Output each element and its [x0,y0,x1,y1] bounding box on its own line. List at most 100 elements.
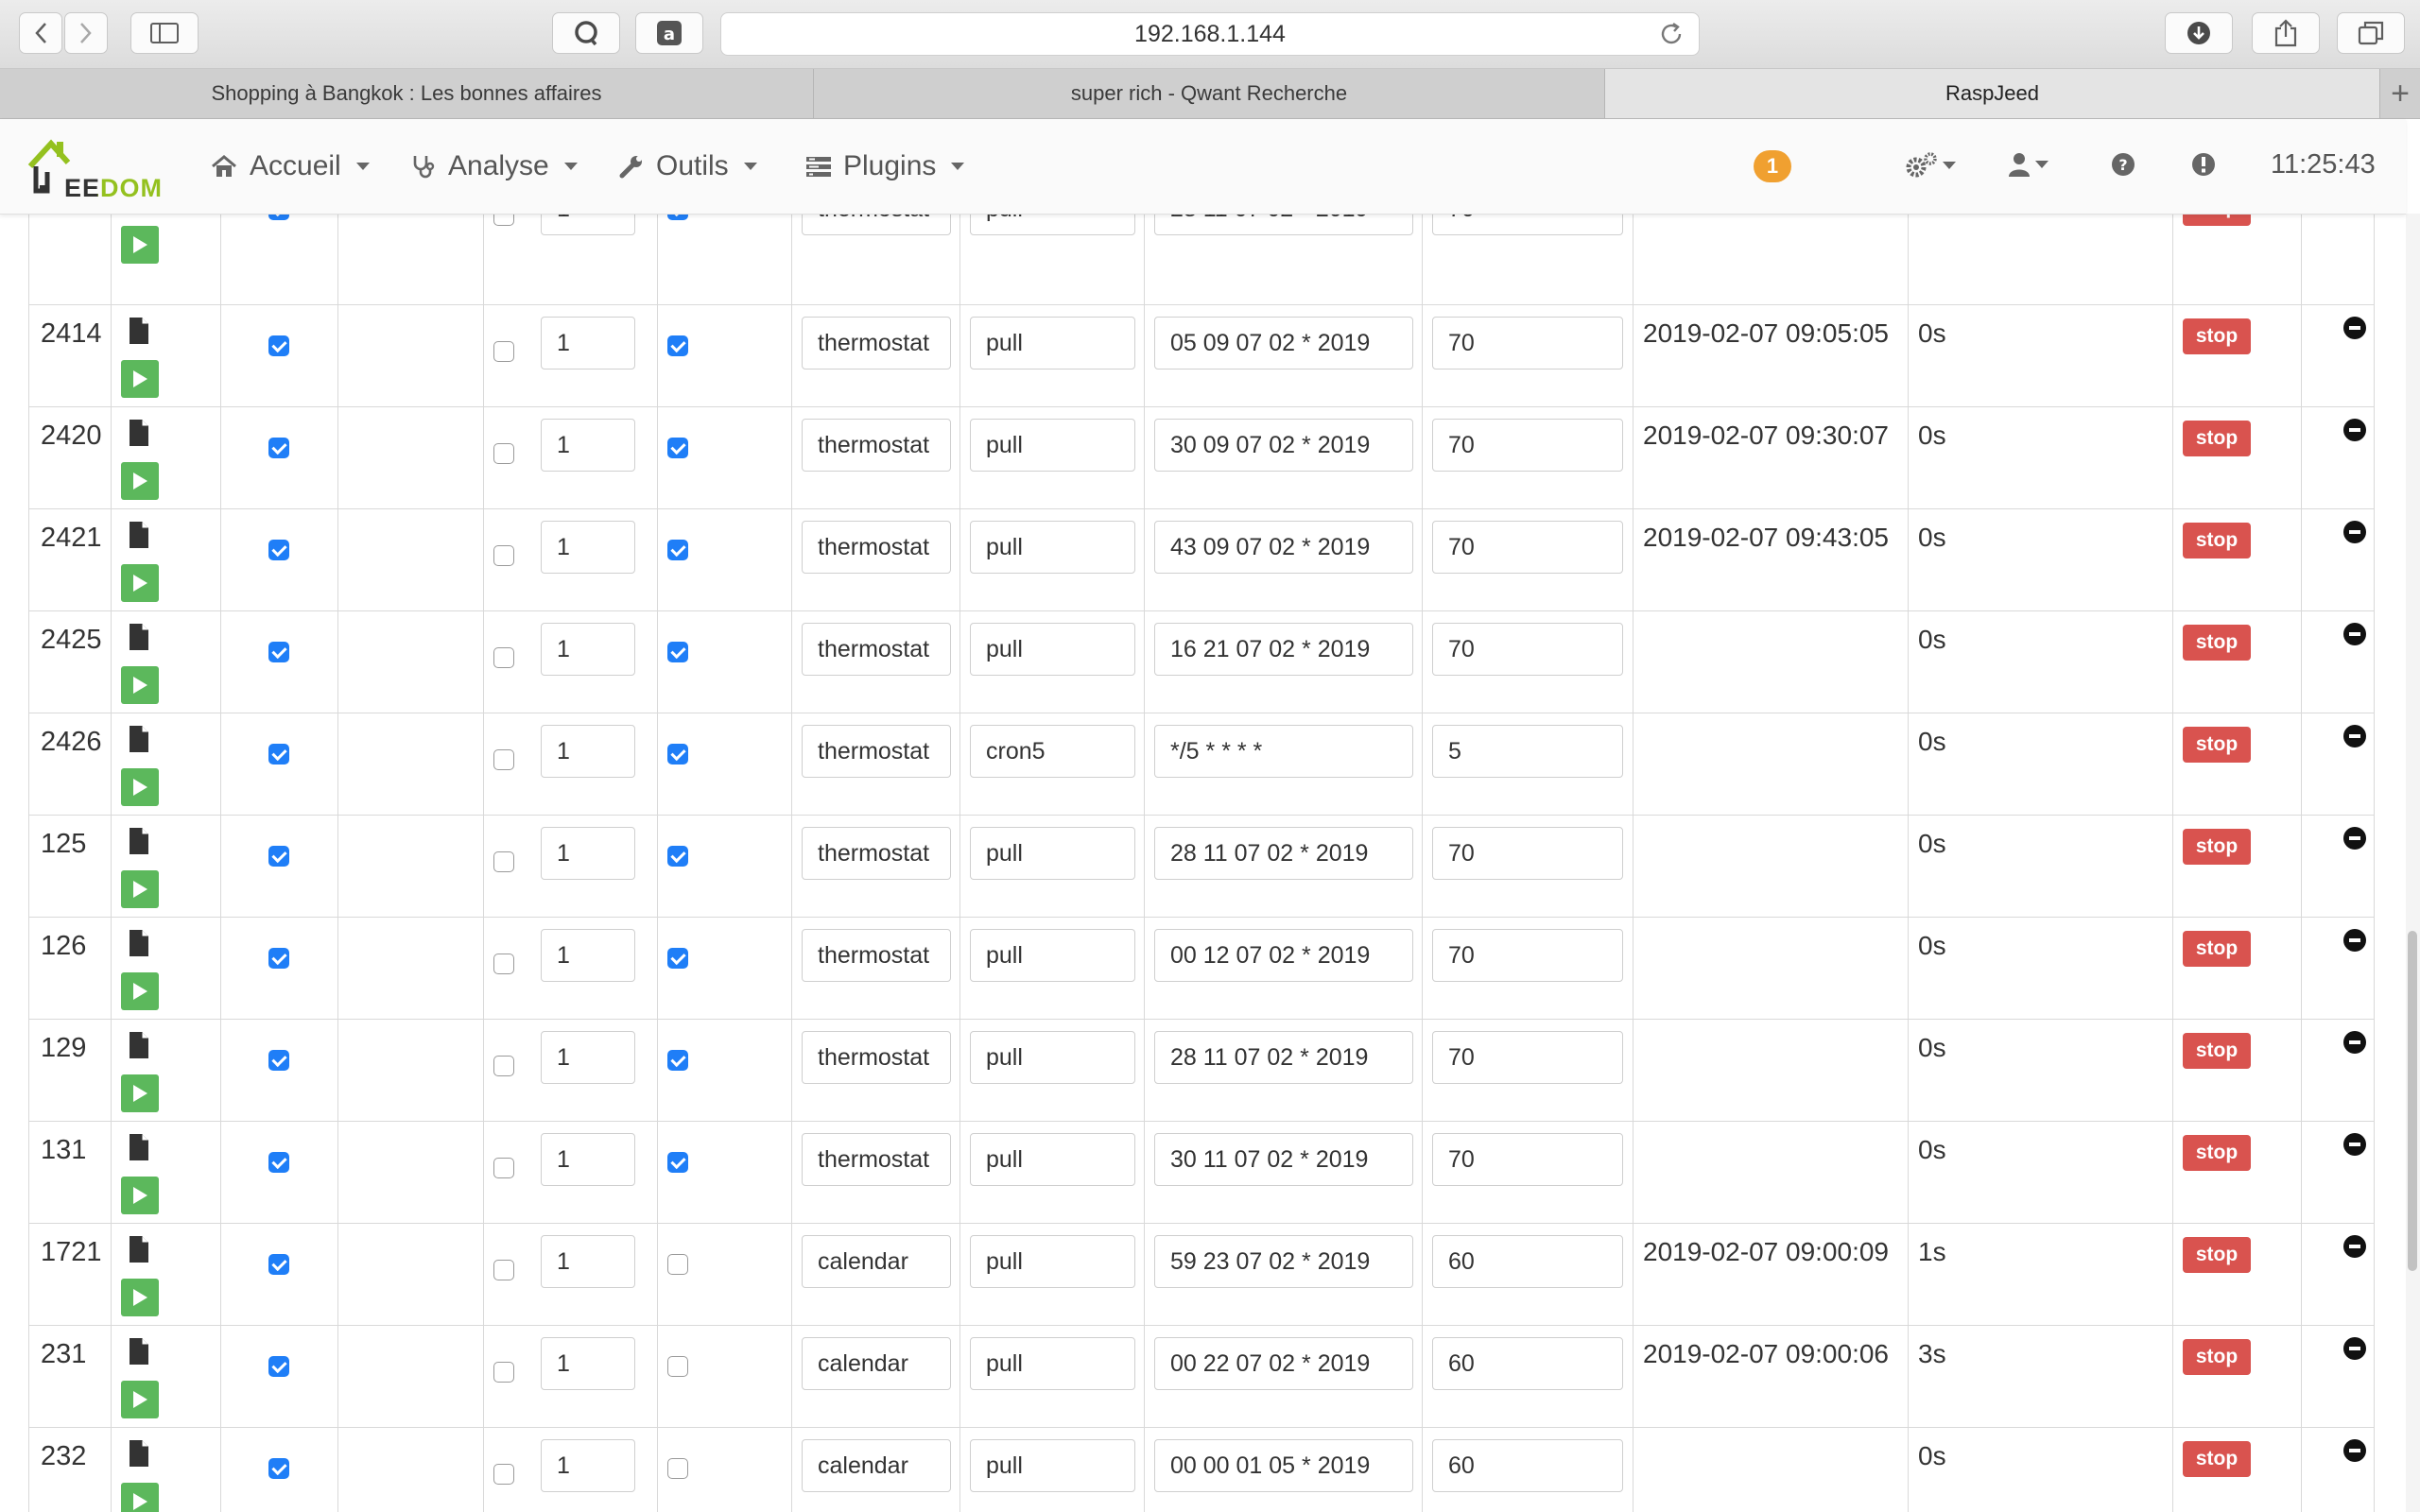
once-checkbox[interactable] [493,443,514,464]
class-input[interactable]: calendar [802,1235,951,1288]
minus-circle-icon[interactable] [2343,1133,2366,1156]
minus-circle-icon[interactable] [2343,1337,2366,1360]
function-input[interactable]: pull [970,827,1135,880]
reload-icon[interactable] [1657,20,1685,55]
schedule-input[interactable]: 30 11 07 02 * 2019 [1154,1133,1413,1186]
timeout-input[interactable]: 70 [1432,521,1623,574]
stop-button[interactable]: stop [2183,1033,2251,1069]
once-checkbox[interactable] [493,1260,514,1280]
timeout-input[interactable]: 70 [1432,419,1623,472]
run-button[interactable] [121,666,159,704]
class-input[interactable]: calendar [802,1439,951,1492]
class-input[interactable]: thermostat [802,725,951,778]
minus-circle-icon[interactable] [2343,317,2366,339]
file-icon[interactable] [127,827,151,860]
file-icon[interactable] [127,1235,151,1268]
once-checkbox[interactable] [493,545,514,566]
function-input[interactable]: pull [970,521,1135,574]
timeout-input[interactable]: 70 [1432,827,1623,880]
daemon-checkbox[interactable] [667,846,688,867]
stop-button[interactable]: stop [2183,625,2251,661]
minus-circle-icon[interactable] [2343,725,2366,747]
function-input[interactable]: pull [970,1133,1135,1186]
enabled-checkbox[interactable] [268,1152,289,1173]
minus-circle-icon[interactable] [2343,1439,2366,1462]
stop-button[interactable]: stop [2183,829,2251,865]
user-menu[interactable] [2007,151,2048,178]
class-input[interactable]: thermostat [802,929,951,982]
jeedom-logo[interactable]: EEDOM [26,138,168,202]
schedule-input[interactable]: 43 09 07 02 * 2019 [1154,521,1413,574]
timeout-input[interactable]: 70 [1432,317,1623,369]
schedule-input[interactable]: 00 12 07 02 * 2019 [1154,929,1413,982]
daemon-checkbox[interactable] [667,642,688,662]
minus-circle-icon[interactable] [2343,1235,2366,1258]
new-tab-button[interactable]: + [2380,69,2420,118]
number-input[interactable]: 1 [541,1337,635,1390]
number-input[interactable]: 1 [541,1133,635,1186]
schedule-input[interactable]: 16 21 07 02 * 2019 [1154,623,1413,676]
schedule-input[interactable]: 59 23 07 02 * 2019 [1154,1235,1413,1288]
tab-qwant[interactable]: super rich - Qwant Recherche [814,69,1605,118]
once-checkbox[interactable] [493,341,514,362]
timeout-input[interactable]: 60 [1432,1439,1623,1492]
minus-circle-icon[interactable] [2343,419,2366,441]
once-checkbox[interactable] [493,1362,514,1383]
function-input[interactable]: pull [970,419,1135,472]
file-icon[interactable] [127,1439,151,1472]
timeout-input[interactable]: 70 [1432,1031,1623,1084]
daemon-checkbox[interactable] [667,335,688,356]
stop-button[interactable]: stop [2183,1237,2251,1273]
file-icon[interactable] [127,623,151,656]
once-checkbox[interactable] [493,954,514,974]
stop-button[interactable]: stop [2183,727,2251,763]
settings-menu[interactable] [1905,151,1956,180]
class-input[interactable]: thermostat [802,1031,951,1084]
run-button[interactable] [121,462,159,500]
daemon-checkbox[interactable] [667,540,688,560]
run-button[interactable] [121,1381,159,1418]
run-button[interactable] [121,360,159,398]
schedule-input[interactable]: 00 22 07 02 * 2019 [1154,1337,1413,1390]
report-button[interactable] [2190,151,2217,178]
function-input[interactable]: pull [970,1031,1135,1084]
enabled-checkbox[interactable] [268,1050,289,1071]
number-input[interactable]: 1 [541,1439,635,1492]
enabled-checkbox[interactable] [268,1254,289,1275]
stop-button[interactable]: stop [2183,1339,2251,1375]
number-input[interactable]: 1 [541,1031,635,1084]
once-checkbox[interactable] [493,1056,514,1076]
number-input[interactable]: 1 [541,1235,635,1288]
menu-plugins[interactable]: Plugins [805,119,965,214]
share-button[interactable] [2252,12,2320,54]
run-button[interactable] [121,564,159,602]
minus-circle-icon[interactable] [2343,827,2366,850]
notification-badge[interactable]: 1 [1754,150,1791,182]
enabled-checkbox[interactable] [268,540,289,560]
once-checkbox[interactable] [493,1158,514,1178]
run-button[interactable] [121,1279,159,1316]
stop-button[interactable]: stop [2183,1441,2251,1477]
menu-accueil[interactable]: Accueil [210,119,370,214]
stop-button[interactable]: stop [2183,931,2251,967]
number-input[interactable]: 1 [541,929,635,982]
amazon-button[interactable]: a [635,12,703,54]
once-checkbox[interactable] [493,749,514,770]
once-checkbox[interactable] [493,647,514,668]
schedule-input[interactable]: 30 09 07 02 * 2019 [1154,419,1413,472]
number-input[interactable]: 1 [541,317,635,369]
daemon-checkbox[interactable] [667,744,688,765]
class-input[interactable]: thermostat [802,521,951,574]
number-input[interactable]: 1 [541,419,635,472]
number-input[interactable]: 1 [541,521,635,574]
class-input[interactable]: thermostat [802,317,951,369]
timeout-input[interactable]: 70 [1432,1133,1623,1186]
daemon-checkbox[interactable] [667,1050,688,1071]
file-icon[interactable] [127,419,151,452]
function-input[interactable]: pull [970,929,1135,982]
file-icon[interactable] [127,725,151,758]
class-input[interactable]: calendar [802,1337,951,1390]
enabled-checkbox[interactable] [268,1458,289,1479]
class-input[interactable]: thermostat [802,419,951,472]
daemon-checkbox[interactable] [667,1356,688,1377]
